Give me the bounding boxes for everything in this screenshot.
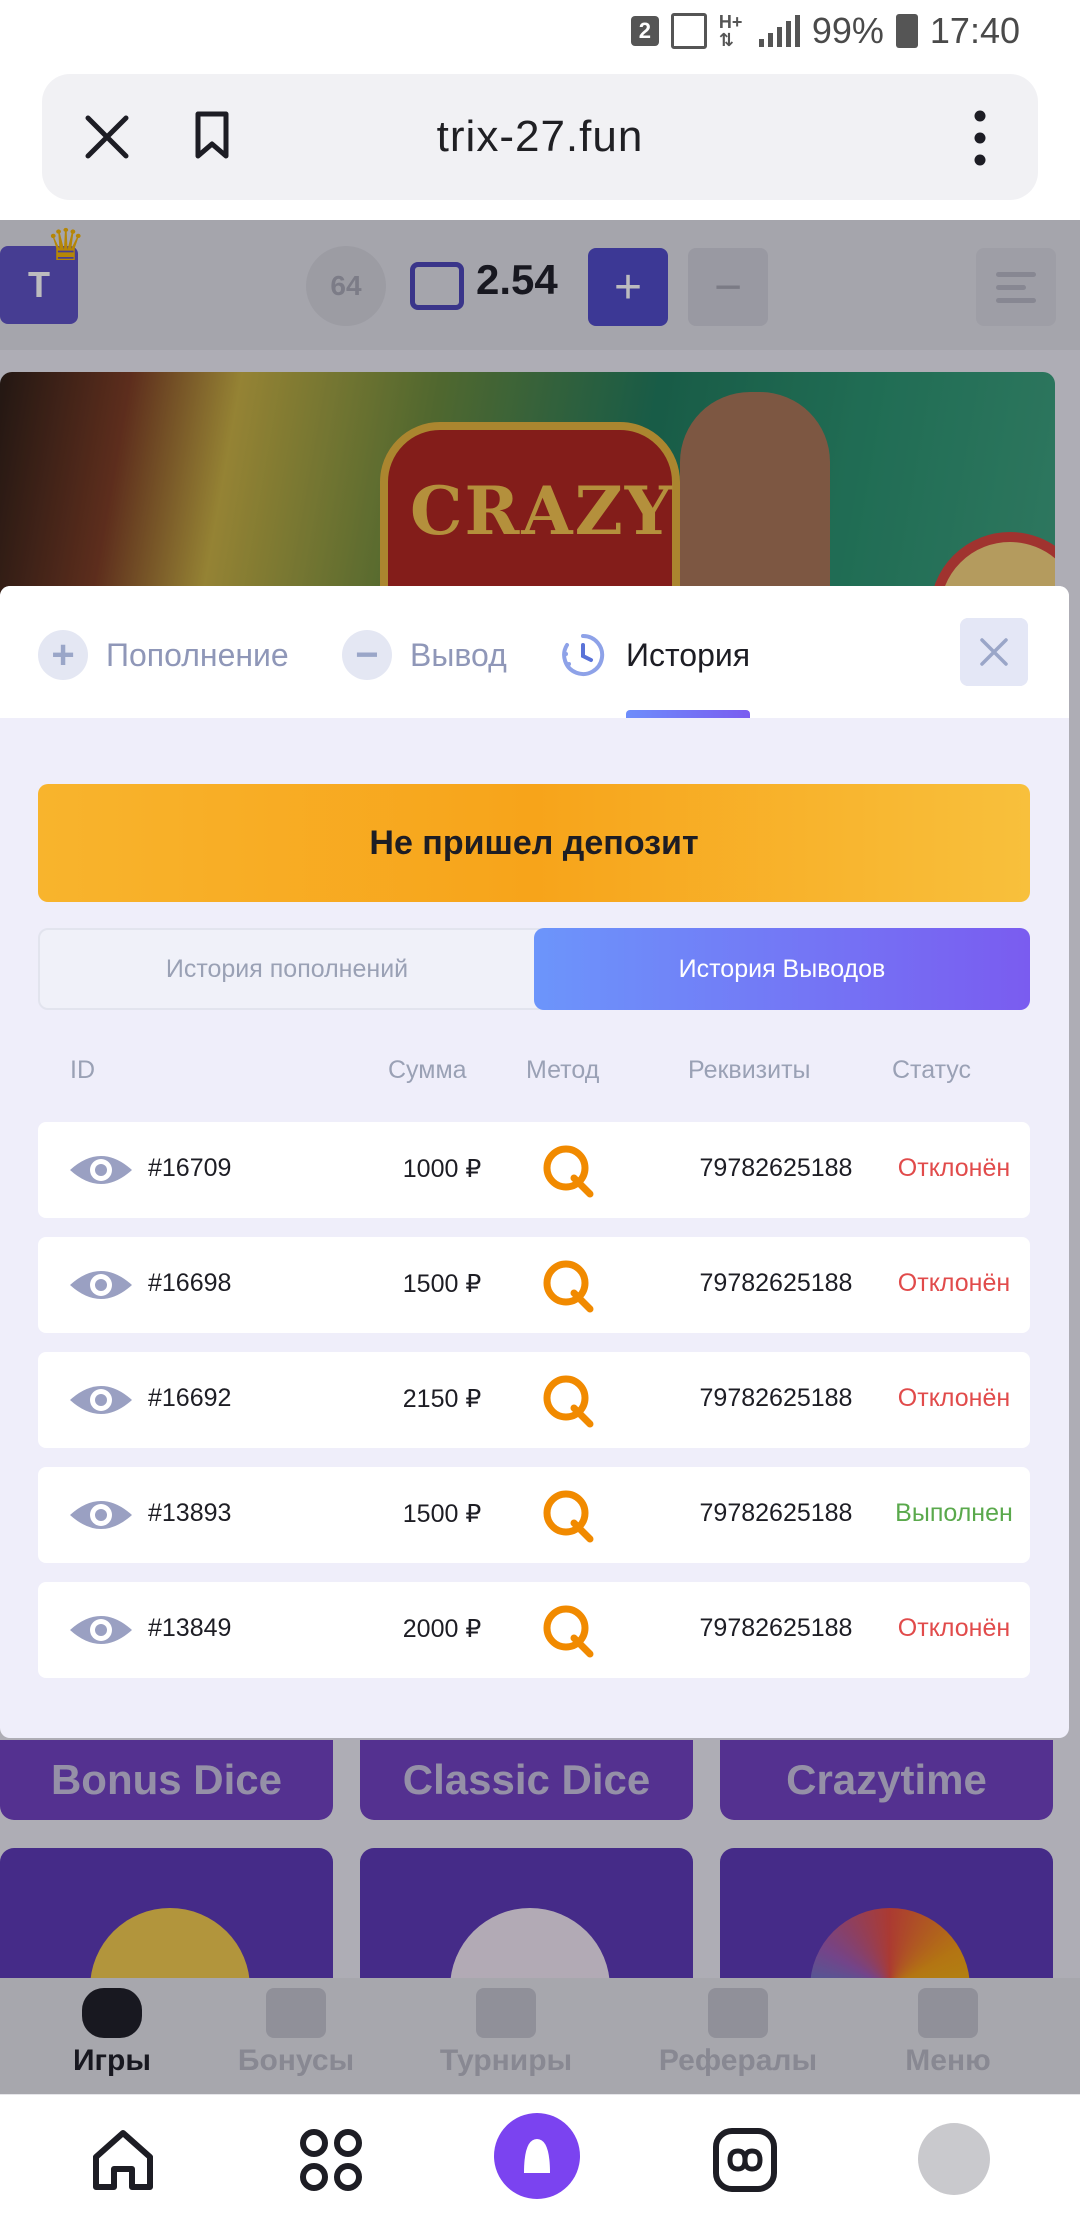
nfc-icon [670,13,707,49]
row-id: #16698 [148,1269,232,1297]
row-status: Отклонён [897,1384,1011,1412]
tab-deposit[interactable]: + Пополнение [38,630,289,680]
tabs-grid-icon[interactable] [296,2125,366,2195]
network-type-icon: H+ ⇅ [718,12,743,50]
eye-icon[interactable] [68,1495,134,1535]
clock: 17:40 [929,10,1020,51]
clock-history-icon [558,630,608,680]
row-sum: 1500 ₽ [402,1500,482,1528]
qiwi-icon [543,1490,594,1543]
status-icons: 2 H+ ⇅ 99% 17:40 [630,10,1020,52]
wallet-modal: + Пополнение − Вывод История Не пришел д… [0,586,1069,1738]
signal-icon [758,15,800,47]
address-bar[interactable]: trix-27.fun [42,74,1038,200]
table-header: ID Сумма Метод Реквизиты Статус [38,1056,1030,1096]
row-status: Отклонён [897,1614,1011,1642]
column-header-details: Реквизиты [688,1056,811,1084]
eye-icon[interactable] [68,1610,134,1650]
tab-label: История [626,636,751,673]
eye-icon[interactable] [68,1265,134,1305]
row-details: 79782625188 [699,1614,853,1642]
home-icon[interactable] [88,2125,158,2195]
tab-withdraw[interactable]: − Вывод [342,630,507,680]
row-details: 79782625188 [699,1499,853,1527]
more-vertical-icon[interactable] [974,110,986,166]
row-details: 79782625188 [699,1269,853,1297]
table-row[interactable]: #16698 1500 ₽ 79782625188 Отклонён [38,1237,1030,1333]
battery-percent: 99% [811,10,884,51]
row-id: #13893 [148,1499,232,1527]
close-icon[interactable] [960,618,1028,686]
eye-icon[interactable] [68,1380,134,1420]
qiwi-icon [543,1605,594,1658]
column-header-method: Метод [526,1056,600,1084]
row-details: 79782625188 [699,1154,853,1182]
row-status: Выполнен [895,1499,1013,1527]
qiwi-icon [543,1145,594,1198]
tab-history[interactable]: История [558,630,750,680]
url-text[interactable]: trix-27.fun [42,112,1038,162]
withdraw-history-toggle[interactable]: История Выводов [534,928,1030,1010]
minus-circle-icon: − [342,630,392,680]
tab-label: Вывод [410,636,507,673]
row-id: #16692 [148,1384,232,1412]
sim-icon: 2 [630,16,659,46]
column-header-id: ID [70,1056,95,1084]
column-header-status: Статус [892,1056,972,1084]
table-row[interactable]: #13893 1500 ₽ 79782625188 Выполнен [38,1467,1030,1563]
history-switcher: История пополнений История Выводов [38,928,1030,1010]
infinity-apps-icon[interactable] [710,2125,780,2195]
plus-circle-icon: + [38,630,88,680]
qiwi-icon [543,1375,594,1428]
row-status: Отклонён [897,1154,1011,1182]
eye-icon[interactable] [68,1150,134,1190]
row-sum: 1500 ₽ [402,1270,482,1298]
active-tab-indicator [626,710,750,718]
tab-label: Пополнение [106,636,289,673]
column-header-sum: Сумма [388,1056,467,1084]
qiwi-icon [543,1260,594,1313]
status-bar: 2 H+ ⇅ 99% 17:40 [0,0,1080,64]
browser-bottom-nav [0,2094,1080,2220]
row-id: #16709 [148,1154,232,1182]
profile-avatar-icon[interactable] [918,2123,990,2195]
table-row[interactable]: #16709 1000 ₽ 79782625188 Отклонён [38,1122,1030,1218]
row-details: 79782625188 [699,1384,853,1412]
deposit-not-received-button[interactable]: Не пришел депозит [38,784,1030,902]
alice-assistant-icon[interactable] [494,2113,580,2199]
table-row[interactable]: #16692 2150 ₽ 79782625188 Отклонён [38,1352,1030,1448]
row-status: Отклонён [897,1269,1011,1297]
row-sum: 2000 ₽ [402,1615,482,1643]
modal-tabs: + Пополнение − Вывод История [0,586,1069,718]
row-sum: 1000 ₽ [402,1155,482,1183]
battery-icon [895,14,918,48]
browser-toolbar: trix-27.fun [0,64,1080,220]
row-id: #13849 [148,1614,232,1642]
row-sum: 2150 ₽ [402,1385,482,1413]
deposit-history-toggle[interactable]: История пополнений [40,930,534,1008]
table-row[interactable]: #13849 2000 ₽ 79782625188 Отклонён [38,1582,1030,1678]
